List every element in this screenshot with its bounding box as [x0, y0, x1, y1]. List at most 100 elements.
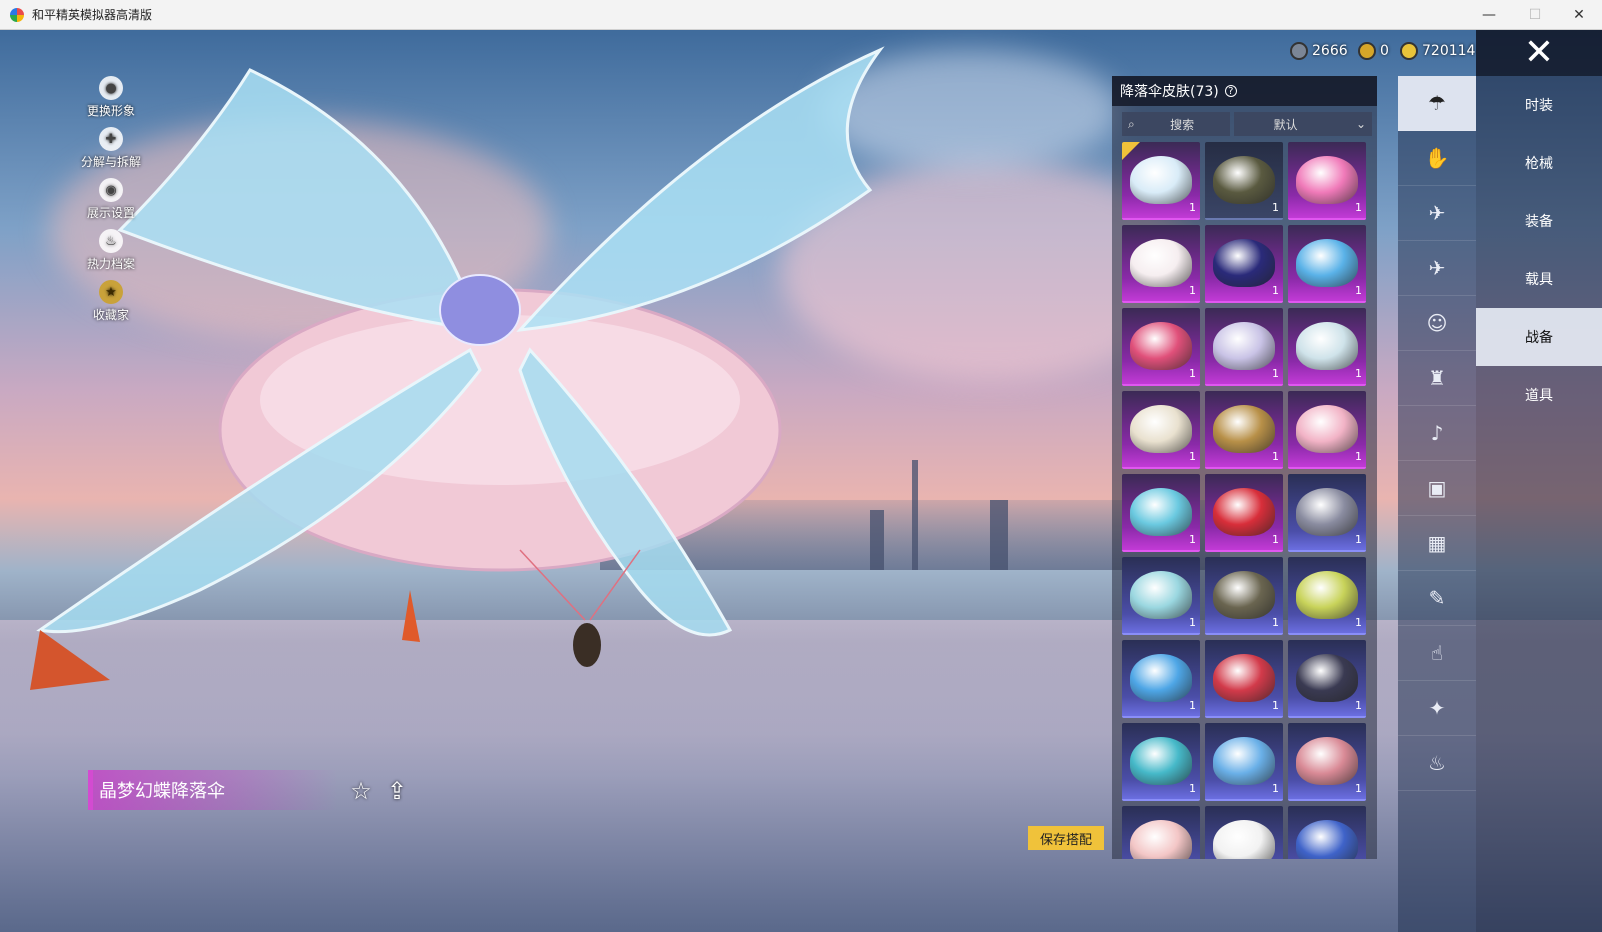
- parachute-thumbnail: [1296, 156, 1358, 204]
- game-window: 和平精英模拟器高清版 — ☐ ✕ ● 更换形象 ✚ 分解与拆解 ◉ 展示设置 ♨…: [0, 0, 1602, 932]
- gesture-icon[interactable]: ☝: [1398, 626, 1476, 681]
- person-icon: ●: [99, 76, 123, 100]
- emote-face-icon[interactable]: ☺: [1398, 296, 1476, 351]
- parachute-thumbnail: [1296, 405, 1358, 453]
- parachute-thumbnail: [1296, 239, 1358, 287]
- chat-box-icon[interactable]: ▣: [1398, 461, 1476, 516]
- skin-item[interactable]: 1: [1205, 391, 1283, 469]
- sort-label: 默认: [1273, 117, 1298, 132]
- heat-archive-button[interactable]: ♨ 热力档案: [78, 229, 144, 272]
- skin-item[interactable]: 1: [1205, 142, 1283, 220]
- skin-item[interactable]: [1122, 806, 1200, 859]
- parachute-thumbnail: [1213, 737, 1275, 785]
- item-count: 1: [1272, 284, 1279, 297]
- food-icon[interactable]: ♨: [1398, 736, 1476, 791]
- collector-label: 收藏家: [92, 308, 129, 322]
- magic-wand-icon[interactable]: ✦: [1398, 681, 1476, 736]
- item-count: 1: [1272, 533, 1279, 546]
- category-tab[interactable]: 道具: [1476, 366, 1602, 424]
- window-close-button[interactable]: ✕: [1556, 0, 1602, 30]
- display-settings-label: 展示设置: [86, 206, 135, 220]
- minimize-button[interactable]: —: [1466, 0, 1512, 30]
- skin-item[interactable]: 1: [1205, 723, 1283, 801]
- help-icon[interactable]: ?: [1224, 85, 1237, 97]
- change-avatar-button[interactable]: ● 更换形象: [78, 76, 144, 119]
- display-settings-button[interactable]: ◉ 展示设置: [78, 178, 144, 221]
- skin-item[interactable]: 1: [1288, 391, 1366, 469]
- item-count: 1: [1189, 782, 1196, 795]
- category-menu: 时装 枪械 装备 载具 战备 道具: [1476, 76, 1602, 932]
- skin-item[interactable]: 1: [1122, 557, 1200, 635]
- item-count: 1: [1355, 284, 1362, 297]
- skin-item[interactable]: 1: [1288, 640, 1366, 718]
- category-tab[interactable]: 载具: [1476, 250, 1602, 308]
- skin-item[interactable]: 1: [1205, 225, 1283, 303]
- hand-icon[interactable]: ✋: [1398, 131, 1476, 186]
- parachute-thumbnail: [1130, 239, 1192, 287]
- dismantle-button[interactable]: ✚ 分解与拆解: [78, 127, 144, 170]
- left-action-menu: ● 更换形象 ✚ 分解与拆解 ◉ 展示设置 ♨ 热力档案 ★ 收藏家: [78, 76, 144, 331]
- skin-item[interactable]: 1: [1288, 557, 1366, 635]
- skin-item[interactable]: [1288, 806, 1366, 859]
- search-icon: ⌕: [1128, 116, 1135, 131]
- butterfly-body: [439, 274, 521, 346]
- skin-item[interactable]: 1: [1122, 142, 1200, 220]
- skin-item[interactable]: 1: [1122, 391, 1200, 469]
- close-panel-button[interactable]: ✕: [1476, 30, 1602, 76]
- picture-icon[interactable]: ▦: [1398, 516, 1476, 571]
- parachute-icon[interactable]: ☂: [1398, 76, 1476, 131]
- favorite-star-icon[interactable]: ☆: [346, 776, 376, 806]
- robot-icon[interactable]: ♜: [1398, 351, 1476, 406]
- currency-gold-value: 720114: [1422, 43, 1476, 59]
- skin-item[interactable]: 1: [1288, 474, 1366, 552]
- item-count: 1: [1189, 201, 1196, 214]
- parachute-thumbnail: [1296, 571, 1358, 619]
- collector-button[interactable]: ★ 收藏家: [78, 280, 144, 323]
- panel-title: 降落伞皮肤(73): [1120, 84, 1219, 100]
- search-box[interactable]: ⌕ 搜索: [1122, 112, 1230, 136]
- change-avatar-label: 更换形象: [86, 104, 135, 118]
- plane-icon[interactable]: ✈: [1398, 241, 1476, 296]
- skin-item[interactable]: 1: [1205, 557, 1283, 635]
- skin-item[interactable]: [1205, 806, 1283, 859]
- skin-item[interactable]: 1: [1122, 723, 1200, 801]
- skin-item[interactable]: 1: [1122, 308, 1200, 386]
- share-icon[interactable]: ⇪: [382, 776, 412, 806]
- parachute-thumbnail: [1296, 488, 1358, 536]
- save-outfit-button[interactable]: 保存搭配: [1028, 826, 1104, 850]
- skin-item[interactable]: 1: [1288, 723, 1366, 801]
- speaker-icon[interactable]: ♪: [1398, 406, 1476, 461]
- item-count: 1: [1355, 616, 1362, 629]
- dismantle-icon: ✚: [99, 127, 123, 151]
- category-tab[interactable]: 装备: [1476, 192, 1602, 250]
- skin-item[interactable]: 1: [1288, 308, 1366, 386]
- skin-item[interactable]: 1: [1205, 474, 1283, 552]
- panel-header: 降落伞皮肤(73) ?: [1112, 76, 1377, 106]
- spray-icon[interactable]: ✎: [1398, 571, 1476, 626]
- skin-item[interactable]: 1: [1205, 308, 1283, 386]
- eye-icon: ◉: [99, 178, 123, 202]
- item-count: 1: [1355, 533, 1362, 546]
- currency-silver-value: 2666: [1312, 43, 1348, 59]
- skin-item[interactable]: 1: [1122, 474, 1200, 552]
- coin-gold-icon: [1400, 42, 1418, 60]
- skin-item[interactable]: 1: [1288, 142, 1366, 220]
- maximize-button[interactable]: ☐: [1512, 0, 1558, 30]
- drone-icon[interactable]: ✈: [1398, 186, 1476, 241]
- skin-item[interactable]: 1: [1122, 225, 1200, 303]
- traffic-cone: [30, 630, 110, 690]
- flame-icon: ♨: [99, 229, 123, 253]
- category-tab[interactable]: 枪械: [1476, 134, 1602, 192]
- item-count: 1: [1355, 450, 1362, 463]
- title-bar: 和平精英模拟器高清版 — ☐ ✕: [0, 0, 1602, 30]
- category-tab[interactable]: 战备: [1476, 308, 1602, 366]
- skin-item[interactable]: 1: [1288, 225, 1366, 303]
- item-name-banner: 晶梦幻蝶降落伞: [88, 770, 338, 810]
- skin-item[interactable]: 1: [1122, 640, 1200, 718]
- currency-a-coin: 0: [1358, 42, 1389, 60]
- category-tab[interactable]: 时装: [1476, 76, 1602, 134]
- sort-dropdown[interactable]: 默认 ⌄: [1233, 112, 1372, 136]
- skin-item[interactable]: 1: [1205, 640, 1283, 718]
- item-count: 1: [1272, 699, 1279, 712]
- parachute-thumbnail: [1213, 239, 1275, 287]
